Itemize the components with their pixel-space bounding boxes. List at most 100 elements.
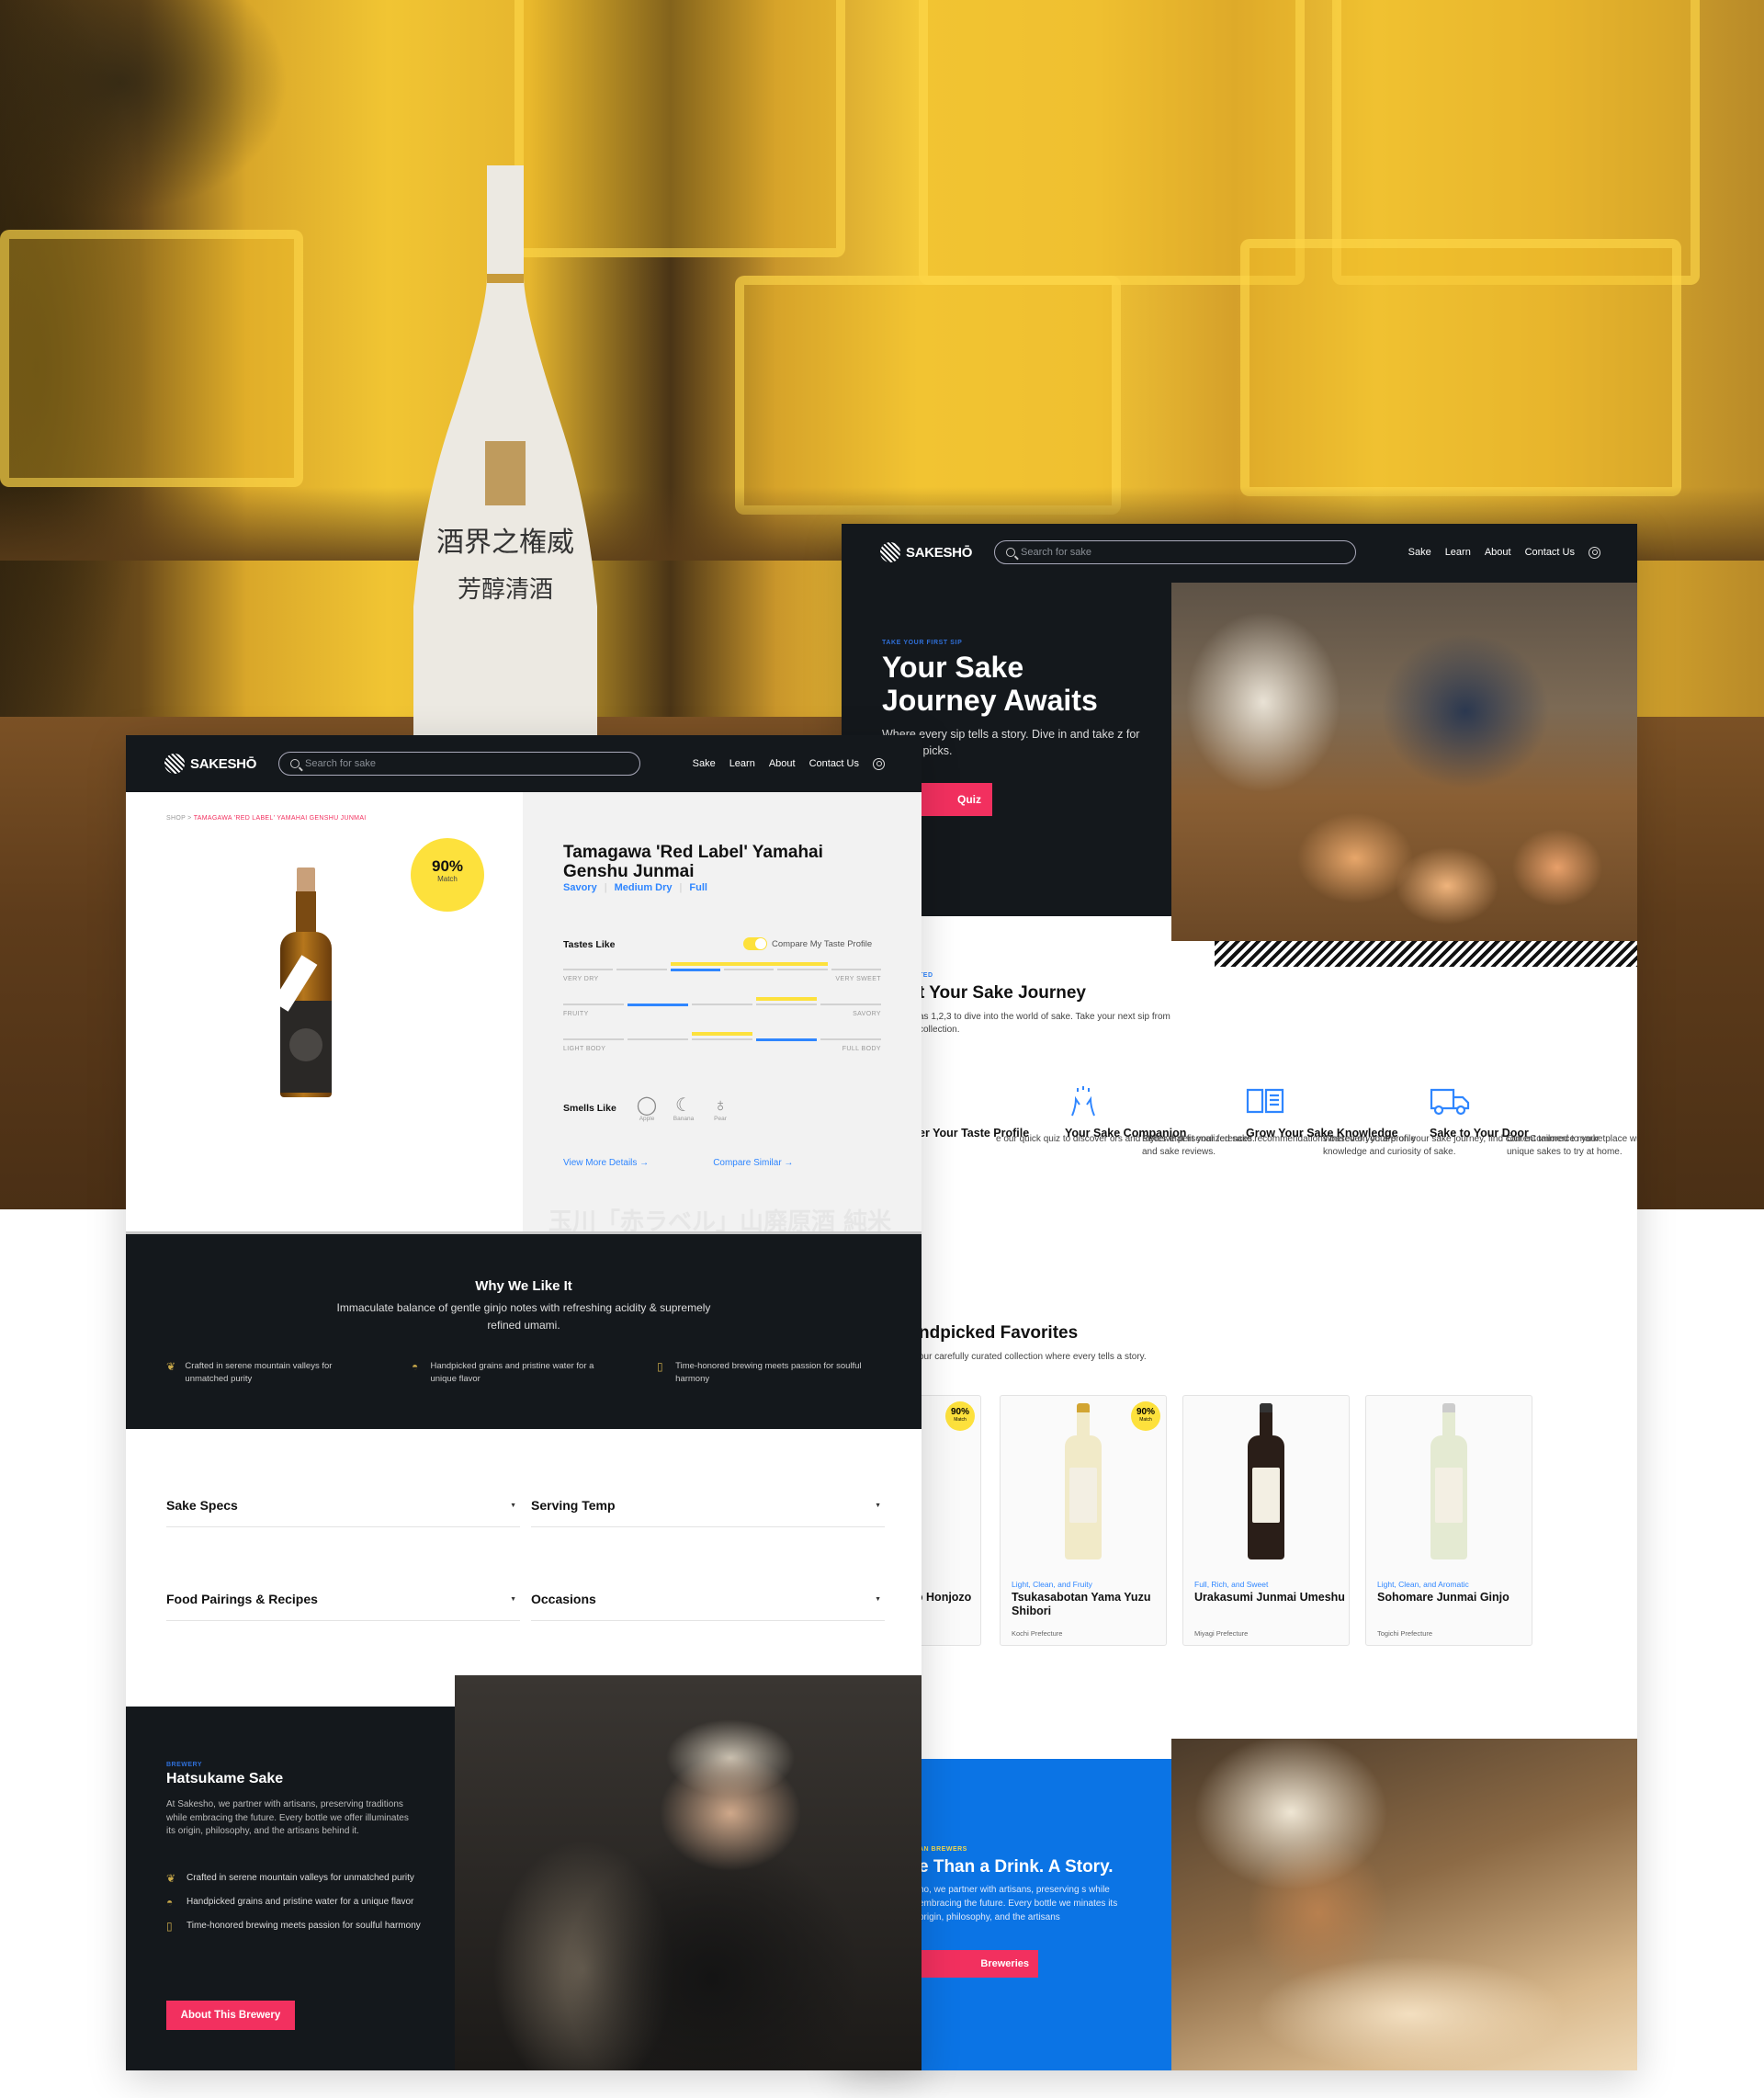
nav-link-learn[interactable]: Learn: [1445, 547, 1471, 558]
home-page-window: SAKESHŌ Sake Learn About Contact Us TAKE…: [842, 524, 1637, 2070]
view-more-details-link[interactable]: View More Details →: [563, 1158, 649, 1168]
caret-down-icon: ▼: [510, 1503, 516, 1509]
caret-down-icon: ▼: [875, 1503, 881, 1509]
smell-pear: ♁ Pear: [708, 1095, 732, 1122]
story-text: ho, we partner with artisans, preserving…: [919, 1885, 1118, 1922]
scale-high-label: VERY SWEET: [835, 976, 881, 982]
match-label: Match: [954, 1417, 967, 1423]
scale-segment: [563, 1004, 624, 1005]
search-bar[interactable]: [994, 540, 1356, 564]
brewery-point: ▯ Time-honored brewing meets passion for …: [166, 1920, 421, 1933]
product-card[interactable]: Full, Rich, and Sweet Urakasumi Junmai Um…: [1182, 1395, 1350, 1646]
search-input[interactable]: [305, 758, 617, 769]
book-icon: ▯: [166, 1920, 173, 1933]
toggle-label: Compare My Taste Profile: [772, 938, 873, 949]
scale-low-label: VERY DRY: [563, 976, 599, 982]
match-label: Match: [1139, 1417, 1152, 1423]
why-point: ❦ Crafted in serene mountain valleys for …: [166, 1360, 333, 1384]
journey-title: t Your Sake Journey: [919, 983, 1086, 1003]
story-section: AN BREWERS e Than a Drink. A Story. ho, …: [842, 1739, 1637, 2070]
smells-like: Smells Like ◯ Apple ☾ Banana ♁ Pear: [563, 1095, 732, 1122]
scale-segment: [724, 969, 775, 970]
scale-segment: [692, 1038, 752, 1040]
scale-segment: [616, 969, 667, 970]
nav-link-sake[interactable]: Sake: [693, 758, 716, 769]
scale-segment: [820, 1038, 881, 1040]
product-card[interactable]: Light, Clean, and Aromatic Sohomare Junma…: [1365, 1395, 1532, 1646]
toggle-switch[interactable]: [743, 937, 767, 950]
taste-scale: FRUITY SAVORY: [563, 994, 881, 1022]
logo[interactable]: SAKESHŌ: [164, 754, 275, 774]
story-eyebrow: AN BREWERS: [919, 1846, 967, 1853]
brewery-point: ◓ Handpicked grains and pristine water fo…: [166, 1896, 414, 1909]
scale-segment: [777, 969, 828, 970]
hero-eyebrow: TAKE YOUR FIRST SIP: [882, 640, 963, 646]
nav-link-contact[interactable]: Contact Us: [1525, 547, 1575, 558]
accordion-sake-specs[interactable]: Sake Specs ▼: [166, 1498, 520, 1527]
breadcrumb: SHOP > TAMAGAWA 'RED LABEL' YAMAHAI GENS…: [166, 815, 367, 822]
nav-link-learn[interactable]: Learn: [729, 758, 755, 769]
hero-image-izakaya-grill: [1171, 583, 1637, 941]
rice-bowl-icon: ◓: [412, 1360, 419, 1373]
accordion-serving-temp[interactable]: Serving Temp ▼: [531, 1498, 885, 1527]
match-percent: 90%: [950, 1407, 969, 1417]
truck-icon: [1430, 1084, 1590, 1121]
match-badge: 90% Match: [945, 1401, 975, 1431]
product-name: Tamagawa 'Red Label' Yamahai Genshu Junm…: [563, 843, 823, 881]
product-name[interactable]: Urakasumi Junmai Umeshu: [1194, 1591, 1346, 1605]
favorites-subtitle: our carefully curated collection where e…: [919, 1352, 1147, 1362]
hero-title: Your Sake Journey Awaits: [882, 651, 1098, 717]
product-bottle-image: [1430, 1403, 1467, 1559]
nav-link-about[interactable]: About: [1485, 547, 1511, 558]
nav-link-contact[interactable]: Contact Us: [809, 758, 859, 769]
search-input[interactable]: [1021, 547, 1333, 558]
apple-icon: ◯: [636, 1095, 658, 1116]
brewery-eyebrow: BREWERY: [166, 1762, 203, 1768]
product-card[interactable]: 90% Match Light, Clean, and Fruity Tsukasab…: [1000, 1395, 1167, 1646]
tag-full[interactable]: Full: [689, 882, 707, 893]
user-account-icon[interactable]: [1589, 546, 1600, 559]
my-profile-marker: [692, 1032, 752, 1036]
nav-link-about[interactable]: About: [769, 758, 796, 769]
why-point: ◓ Handpicked grains and pristine water fo…: [412, 1360, 594, 1384]
compass-icon: [919, 1084, 1080, 1121]
high-five-icon: [1065, 1084, 1226, 1121]
accordion-food-pairings[interactable]: Food Pairings & Recipes ▼: [166, 1592, 520, 1621]
logo[interactable]: SAKESHŌ: [880, 542, 990, 562]
rice-bowl-icon: ◓: [166, 1896, 174, 1909]
product-name[interactable]: Tsukasabotan Yama Yuzu Shibori: [1012, 1591, 1163, 1618]
brewery-point: ❦ Crafted in serene mountain valleys for …: [166, 1872, 414, 1885]
scale-segment: [820, 1004, 881, 1005]
search-bar[interactable]: [278, 752, 640, 776]
feature-text: Our eCommerce marketplace will be launch…: [1507, 1134, 1637, 1157]
accordion-occasions[interactable]: Occasions ▼: [531, 1592, 885, 1621]
tag-medium-dry[interactable]: Medium Dry: [615, 882, 673, 893]
breadcrumb-shop[interactable]: SHOP: [166, 815, 186, 822]
tag-savory[interactable]: Savory: [563, 882, 597, 893]
scale-low-label: LIGHT BODY: [563, 1046, 606, 1052]
taste-scale: LIGHT BODY FULL BODY: [563, 1029, 881, 1057]
scale-segment: [628, 1038, 688, 1040]
search-icon: [290, 759, 300, 768]
about-brewery-button[interactable]: About This Brewery: [166, 2001, 295, 2030]
explore-breweries-button[interactable]: Breweries: [919, 1950, 1038, 1978]
match-label: Match: [437, 875, 458, 883]
user-account-icon[interactable]: [873, 757, 885, 770]
product-image-panel: SHOP > TAMAGAWA 'RED LABEL' YAMAHAI GENS…: [126, 792, 523, 1231]
caret-down-icon: ▼: [875, 1596, 881, 1603]
flavor-tags: Savory | Medium Dry | Full: [563, 882, 707, 893]
compare-similar-link[interactable]: Compare Similar →: [713, 1158, 793, 1168]
brewery-image-brewer: [455, 1675, 922, 2070]
search-icon: [1006, 548, 1015, 557]
sprout-icon: ❦: [166, 1872, 176, 1885]
scale-segment: [692, 1004, 752, 1005]
my-profile-marker: [670, 962, 828, 966]
product-name[interactable]: Sohomare Junmai Ginjo: [1377, 1591, 1529, 1605]
scale-high-label: SAVORY: [853, 1011, 881, 1017]
smell-banana: ☾ Banana: [673, 1095, 695, 1122]
product-bottle-image: [1248, 1403, 1284, 1559]
sake-position-marker: [670, 969, 720, 971]
nav-link-sake[interactable]: Sake: [1408, 547, 1431, 558]
compare-profile-toggle[interactable]: Compare My Taste Profile: [743, 937, 872, 950]
svg-text:芳醇清酒: 芳醇清酒: [458, 576, 553, 604]
